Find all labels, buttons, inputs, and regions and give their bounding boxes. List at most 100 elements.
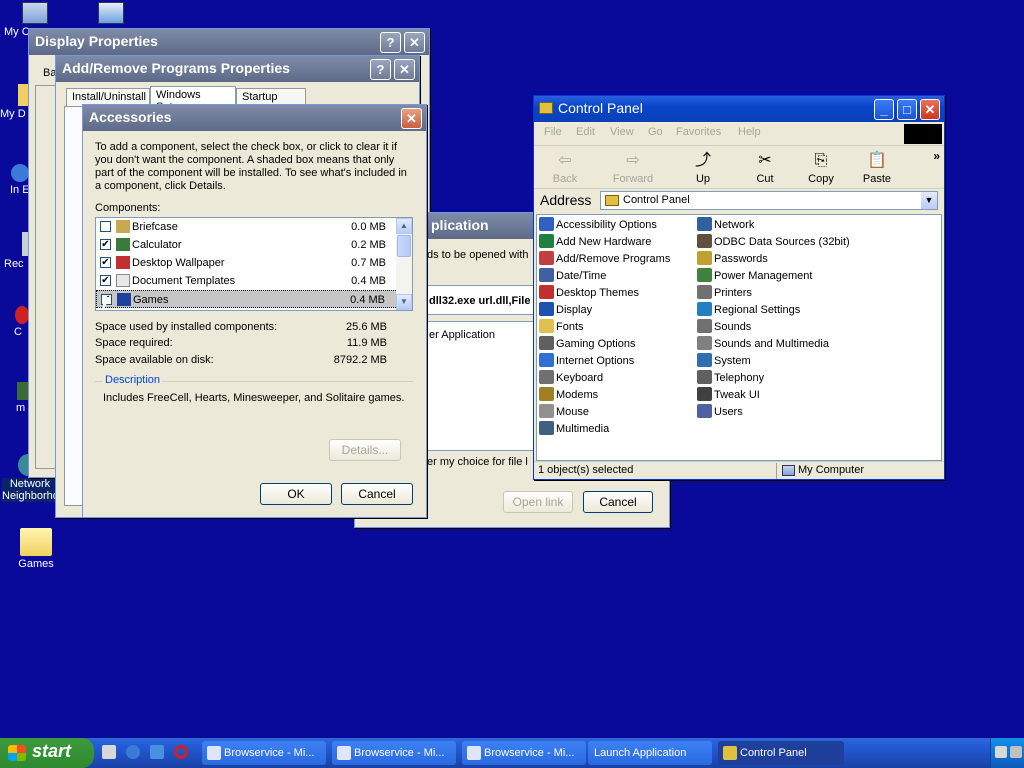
tray-volume-icon[interactable] bbox=[1010, 746, 1022, 758]
paste-button[interactable]: 📋 Paste bbox=[852, 147, 902, 187]
control-panel-item[interactable]: Gaming Options bbox=[539, 336, 635, 353]
control-panel-item[interactable]: Add/Remove Programs bbox=[539, 251, 670, 268]
menu-help[interactable]: Help bbox=[738, 126, 761, 138]
desktop-icon-games[interactable]: Games bbox=[6, 528, 66, 570]
control-panel-item-label: Telephony bbox=[714, 372, 765, 384]
control-panel-item[interactable]: Accessibility Options bbox=[539, 217, 657, 234]
list-item[interactable]: ✔ Document Templates 0.4 MB bbox=[96, 272, 412, 290]
menu-edit[interactable]: Edit bbox=[576, 126, 595, 138]
taskbar-button-browservice-1[interactable]: Browservice - Mi... bbox=[202, 741, 326, 765]
control-panel-item[interactable]: Keyboard bbox=[539, 370, 603, 387]
close-button[interactable]: ✕ bbox=[401, 108, 422, 129]
control-panel-item-label: Keyboard bbox=[556, 372, 604, 384]
forward-button[interactable]: ⇨ Forward bbox=[608, 147, 658, 187]
list-item[interactable]: ✔ Games 0.4 MB bbox=[96, 290, 412, 308]
control-panel-item[interactable]: Add New Hardware bbox=[539, 234, 651, 251]
help-button[interactable]: ? bbox=[380, 32, 401, 53]
start-button[interactable]: start bbox=[0, 738, 94, 768]
control-panel-item[interactable]: Fonts bbox=[539, 319, 584, 336]
taskbar-button-browservice-2[interactable]: Browservice - Mi... bbox=[332, 741, 456, 765]
desktop-icon[interactable] bbox=[102, 745, 116, 759]
close-button[interactable]: ✕ bbox=[920, 99, 940, 120]
component-name: Briefcase bbox=[132, 221, 178, 233]
taskbar-button-launch-application[interactable]: Launch Application bbox=[588, 741, 712, 765]
control-panel-item[interactable]: Sounds and Multimedia bbox=[697, 336, 829, 353]
control-panel-item[interactable]: Internet Options bbox=[539, 353, 634, 370]
control-panel-item-label: Tweak UI bbox=[714, 389, 760, 401]
scroll-up-button[interactable]: ▲ bbox=[396, 218, 412, 234]
control-panel-applet-icon bbox=[697, 302, 712, 316]
control-panel-item[interactable]: ODBC Data Sources (32bit) bbox=[697, 234, 850, 251]
taskbar-button-control-panel[interactable]: Control Panel bbox=[718, 741, 844, 765]
list-item[interactable]: ✔ Calculator 0.2 MB bbox=[96, 236, 412, 254]
dropdown-chevron-icon[interactable]: ▼ bbox=[921, 192, 937, 209]
control-panel-item[interactable]: Mouse bbox=[539, 404, 589, 421]
cancel-button[interactable]: Cancel bbox=[583, 491, 653, 513]
add-remove-titlebar[interactable]: Add/Remove Programs Properties ? ✕ bbox=[56, 56, 419, 82]
help-button[interactable]: ? bbox=[370, 59, 391, 80]
description-group bbox=[95, 381, 413, 441]
display-properties-titlebar[interactable]: Display Properties ? ✕ bbox=[29, 29, 429, 55]
control-panel-item[interactable]: Telephony bbox=[697, 370, 764, 387]
up-button[interactable]: ⤴ Up bbox=[678, 147, 728, 187]
checkbox[interactable]: ✔ bbox=[100, 257, 111, 268]
control-panel-applet-icon bbox=[697, 285, 712, 299]
scroll-down-button[interactable]: ▼ bbox=[396, 294, 412, 310]
control-panel-item-label: Sounds bbox=[714, 321, 752, 333]
control-panel-item[interactable]: Users bbox=[697, 404, 743, 421]
control-panel-item[interactable]: Display bbox=[539, 302, 592, 319]
control-panel-item[interactable]: System bbox=[697, 353, 751, 370]
control-panel-item[interactable]: Passwords bbox=[697, 251, 768, 268]
toolbar-chevron-icon[interactable]: » bbox=[933, 149, 940, 163]
control-panel-item[interactable]: Printers bbox=[697, 285, 752, 302]
component-name: Games bbox=[133, 294, 169, 306]
menu-view[interactable]: View bbox=[610, 126, 634, 138]
control-panel-item[interactable]: Desktop Themes bbox=[539, 285, 639, 302]
address-input[interactable]: Control Panel ▼ bbox=[600, 191, 938, 210]
copy-button[interactable]: ⎘ Copy bbox=[796, 147, 846, 187]
desktop-icon-internet-explorer[interactable]: In Ex bbox=[10, 164, 35, 196]
desktop-icon-my-documents[interactable]: My D bbox=[0, 84, 38, 120]
checkbox[interactable] bbox=[100, 221, 111, 232]
control-panel-item[interactable]: Multimedia bbox=[539, 421, 609, 438]
accessories-titlebar[interactable]: Accessories ✕ bbox=[83, 105, 426, 131]
control-panel-applet-icon bbox=[539, 353, 554, 367]
control-panel-item[interactable]: Network bbox=[697, 217, 754, 234]
control-panel-item[interactable]: Tweak UI bbox=[697, 387, 760, 404]
control-panel-item-label: Network bbox=[714, 219, 755, 231]
control-panel-titlebar[interactable]: Control Panel _ □ ✕ bbox=[534, 96, 944, 122]
close-button[interactable]: ✕ bbox=[394, 59, 415, 80]
details-button[interactable]: Details... bbox=[329, 439, 401, 461]
back-button[interactable]: ⇦ Back bbox=[540, 147, 590, 187]
cut-button[interactable]: ✂ Cut bbox=[740, 147, 790, 187]
list-item[interactable]: ✔ Desktop Wallpaper 0.7 MB bbox=[96, 254, 412, 272]
ie-icon[interactable] bbox=[126, 745, 140, 759]
scroll-thumb[interactable] bbox=[397, 235, 411, 257]
launch-app-list-item[interactable]: er Application bbox=[429, 329, 495, 341]
open-link-button[interactable]: Open link bbox=[503, 491, 573, 513]
control-panel-item[interactable]: Sounds bbox=[697, 319, 751, 336]
cancel-button[interactable]: Cancel bbox=[341, 483, 413, 505]
maximize-button[interactable]: □ bbox=[897, 99, 917, 120]
list-item[interactable]: Briefcase 0.0 MB bbox=[96, 218, 412, 236]
close-button[interactable]: ✕ bbox=[404, 32, 425, 53]
checkbox[interactable]: ✔ bbox=[100, 239, 111, 250]
taskbar-button-browservice-3[interactable]: Browservice - Mi... bbox=[462, 741, 586, 765]
menu-file[interactable]: File bbox=[544, 126, 562, 138]
vertical-scrollbar[interactable]: ▲ ▼ bbox=[396, 218, 412, 310]
desktop-icon-network-top[interactable] bbox=[94, 2, 128, 26]
opera-icon[interactable] bbox=[174, 745, 188, 759]
control-panel-item[interactable]: Date/Time bbox=[539, 268, 606, 285]
tab-windows-setup[interactable]: Windows Setup bbox=[150, 86, 236, 113]
control-panel-item[interactable]: Regional Settings bbox=[697, 302, 800, 319]
outlook-icon[interactable] bbox=[150, 745, 164, 759]
ok-button[interactable]: OK bbox=[260, 483, 332, 505]
minimize-button[interactable]: _ bbox=[874, 99, 894, 120]
desktop-icon-recycle-bin[interactable]: Rec bbox=[4, 232, 38, 270]
menu-go[interactable]: Go bbox=[648, 126, 663, 138]
tray-network-icon[interactable] bbox=[995, 746, 1007, 758]
control-panel-item[interactable]: Modems bbox=[539, 387, 598, 404]
menu-favorites[interactable]: Favorites bbox=[676, 126, 721, 138]
checkbox[interactable]: ✔ bbox=[100, 275, 111, 286]
control-panel-item[interactable]: Power Management bbox=[697, 268, 812, 285]
